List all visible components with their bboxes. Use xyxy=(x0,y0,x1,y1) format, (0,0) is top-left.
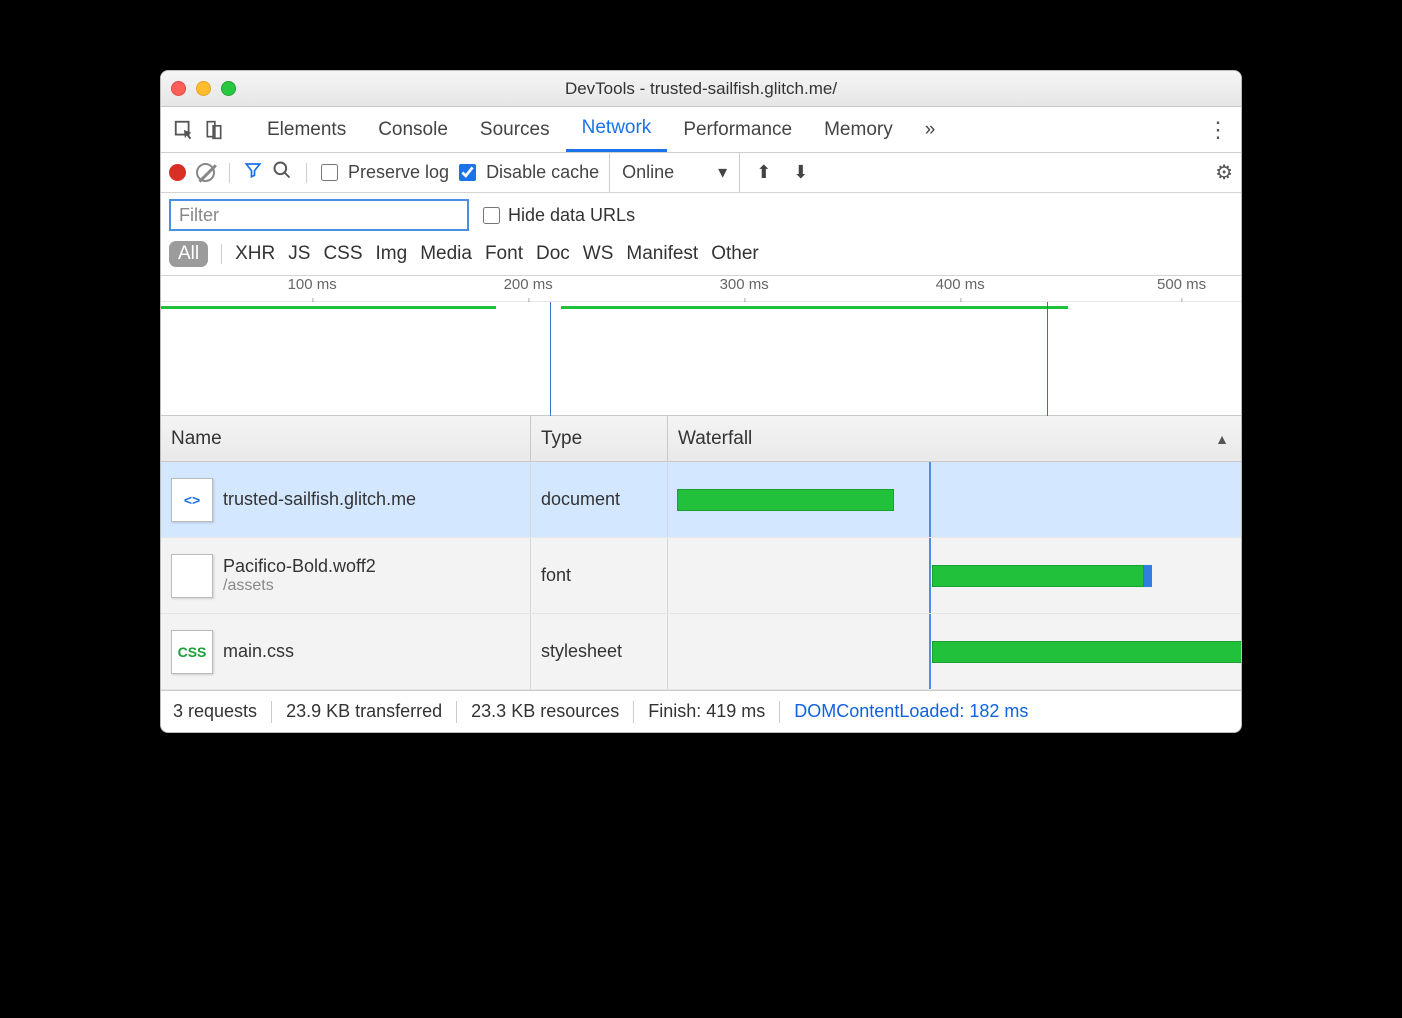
tabs-overflow-button[interactable]: » xyxy=(909,107,952,152)
search-button[interactable] xyxy=(272,160,292,185)
hide-data-urls-label: Hide data URLs xyxy=(508,205,635,226)
network-toolbar: Preserve log Disable cache Online ▾ ⬆ ⬇ … xyxy=(161,153,1241,193)
column-type[interactable]: Type xyxy=(531,416,668,461)
request-table: <>trusted-sailfish.glitch.medocumentPaci… xyxy=(161,462,1241,690)
waterfall-bar xyxy=(932,565,1144,587)
type-filter-all[interactable]: All xyxy=(169,241,208,267)
timeline-tick: 200 ms xyxy=(504,276,553,293)
status-resources: 23.3 KB resources xyxy=(471,701,619,722)
request-name: Pacifico-Bold.woff2 xyxy=(223,556,376,577)
css-file-icon: CSS xyxy=(171,630,213,674)
status-domcontentloaded: DOMContentLoaded: 182 ms xyxy=(794,701,1028,722)
waterfall-cell xyxy=(668,614,1241,689)
request-row[interactable]: <> trusted-sailfish.glitch.me document xyxy=(161,462,1241,538)
record-button[interactable] xyxy=(169,164,186,181)
waterfall-bar xyxy=(932,641,1242,663)
filter-toggle-button[interactable] xyxy=(244,161,262,184)
waterfall-bar xyxy=(677,489,895,511)
type-filter-js[interactable]: JS xyxy=(288,243,310,265)
name-cell: <> trusted-sailfish.glitch.me xyxy=(161,462,531,537)
tab-network[interactable]: Network xyxy=(566,107,668,152)
overview-activity-bar xyxy=(161,306,496,309)
main-tabs: ElementsConsoleSourcesNetworkPerformance… xyxy=(161,107,1241,153)
disable-cache-checkbox[interactable] xyxy=(459,164,476,181)
separator xyxy=(306,163,307,183)
column-name[interactable]: Name xyxy=(161,416,531,461)
tab-memory[interactable]: Memory xyxy=(808,107,909,152)
type-filter-xhr[interactable]: XHR xyxy=(235,243,275,265)
record-icon xyxy=(169,164,186,181)
preserve-log-checkbox[interactable] xyxy=(321,164,338,181)
separator xyxy=(229,163,230,183)
tab-elements[interactable]: Elements xyxy=(251,107,362,152)
blank-file-icon xyxy=(171,554,213,598)
request-row[interactable]: CSS main.css stylesheet xyxy=(161,614,1241,690)
type-filter-img[interactable]: Img xyxy=(376,243,408,265)
devtools-window: DevTools - trusted-sailfish.glitch.me/ E… xyxy=(160,70,1242,733)
type-filter-css[interactable]: CSS xyxy=(323,243,362,265)
type-filter-doc[interactable]: Doc xyxy=(536,243,570,265)
dcl-line xyxy=(929,462,931,537)
tab-performance[interactable]: Performance xyxy=(667,107,808,152)
type-filter-manifest[interactable]: Manifest xyxy=(626,243,698,265)
type-cell: font xyxy=(531,538,668,613)
timeline-tick: 300 ms xyxy=(720,276,769,293)
overview-activity-bar xyxy=(561,306,1069,309)
type-filter-font[interactable]: Font xyxy=(485,243,523,265)
status-bar: 3 requests 23.9 KB transferred 23.3 KB r… xyxy=(161,690,1241,732)
waterfall-cell xyxy=(668,538,1241,613)
status-requests: 3 requests xyxy=(173,701,257,722)
throttling-value: Online xyxy=(622,162,714,183)
type-cell: document xyxy=(531,462,668,537)
request-name: main.css xyxy=(223,641,294,662)
window-title: DevTools - trusted-sailfish.glitch.me/ xyxy=(161,79,1241,99)
dcl-marker xyxy=(550,302,552,416)
inspect-element-icon[interactable] xyxy=(169,119,199,141)
clear-icon xyxy=(196,163,215,182)
device-toolbar-icon[interactable] xyxy=(199,119,229,141)
type-filters: All XHR JS CSS Img Media Font Doc WS Manifest Othe… xyxy=(169,237,1233,275)
table-header: Name Type Waterfall ▲ xyxy=(161,416,1241,462)
timeline-tick: 500 ms xyxy=(1157,276,1206,293)
titlebar: DevTools - trusted-sailfish.glitch.me/ xyxy=(161,71,1241,107)
dcl-line xyxy=(929,538,931,613)
waterfall-bar-content-download xyxy=(1144,565,1153,587)
disable-cache-label: Disable cache xyxy=(486,162,599,183)
type-filter-other[interactable]: Other xyxy=(711,243,759,265)
status-finish: Finish: 419 ms xyxy=(648,701,765,722)
download-har-button[interactable]: ⬇ xyxy=(787,162,814,183)
filter-input[interactable] xyxy=(169,199,469,231)
request-name: trusted-sailfish.glitch.me xyxy=(223,489,416,510)
dcl-line xyxy=(929,614,931,689)
type-filter-media[interactable]: Media xyxy=(420,243,472,265)
tab-sources[interactable]: Sources xyxy=(464,107,566,152)
load-marker xyxy=(1047,302,1049,416)
upload-har-button[interactable]: ⬆ xyxy=(750,162,777,183)
hide-data-urls-checkbox[interactable] xyxy=(483,207,500,224)
sort-indicator-icon: ▲ xyxy=(1215,431,1229,447)
chevron-down-icon: ▾ xyxy=(718,162,727,183)
request-row[interactable]: Pacifico-Bold.woff2/assetsfont xyxy=(161,538,1241,614)
preserve-log-label: Preserve log xyxy=(348,162,449,183)
html-file-icon: <> xyxy=(171,478,213,522)
type-filter-ws[interactable]: WS xyxy=(583,243,614,265)
request-path: /assets xyxy=(223,577,376,595)
name-cell: CSS main.css xyxy=(161,614,531,689)
status-transferred: 23.9 KB transferred xyxy=(286,701,442,722)
settings-icon[interactable]: ⚙ xyxy=(1215,160,1233,185)
kebab-menu-icon[interactable]: ⋮ xyxy=(1203,117,1233,143)
column-waterfall[interactable]: Waterfall ▲ xyxy=(668,416,1241,461)
name-cell: Pacifico-Bold.woff2/assets xyxy=(161,538,531,613)
filter-bar: Hide data URLs All XHR JS CSS Img Media Font Do… xyxy=(161,193,1241,276)
type-cell: stylesheet xyxy=(531,614,668,689)
timeline-tick: 100 ms xyxy=(288,276,337,293)
throttling-select[interactable]: Online ▾ xyxy=(609,153,740,192)
tab-console[interactable]: Console xyxy=(362,107,464,152)
clear-button[interactable] xyxy=(196,163,215,182)
waterfall-cell xyxy=(668,462,1241,537)
timeline-tick: 400 ms xyxy=(936,276,985,293)
timeline-overview[interactable]: 100 ms 200 ms 300 ms 400 ms 500 ms xyxy=(161,276,1241,416)
